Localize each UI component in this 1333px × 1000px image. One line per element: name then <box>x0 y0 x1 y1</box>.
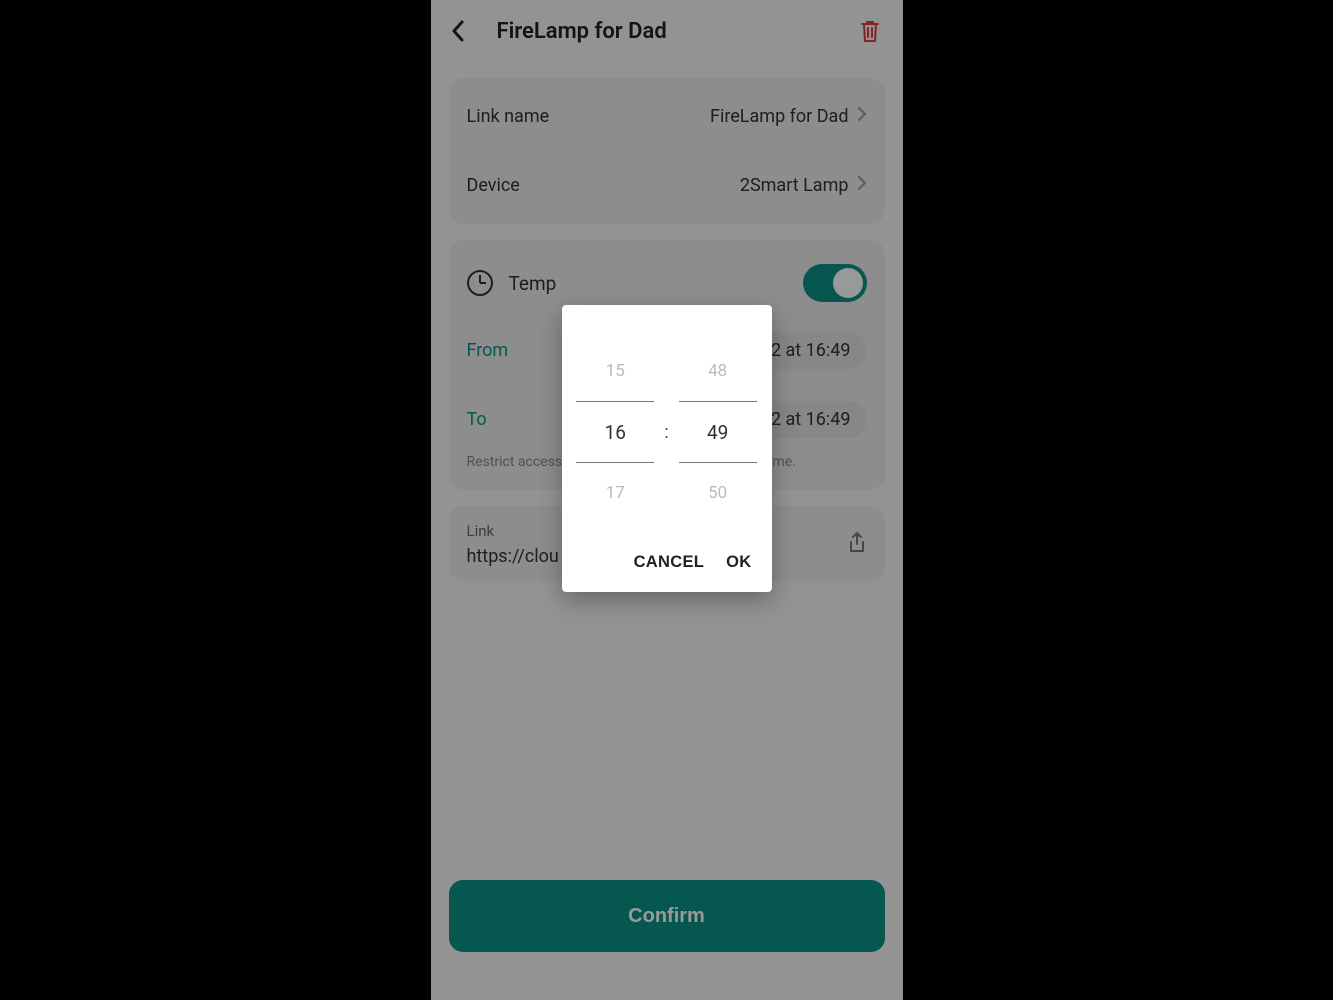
colon: : <box>664 422 668 443</box>
picker-current-row: 16 : 49 <box>562 402 772 463</box>
minute-selected[interactable]: 49 <box>679 402 757 462</box>
ok-button[interactable]: OK <box>726 553 751 572</box>
time-picker-dialog: 15 : 48 16 : 49 17 : 50 CANCEL OK <box>562 305 772 592</box>
hour-selected[interactable]: 16 <box>576 402 654 462</box>
app-screen: FireLamp for Dad Link name FireLamp for … <box>431 0 903 1000</box>
minute-prev[interactable]: 48 <box>679 341 757 401</box>
picker-next-row: 17 : 50 <box>562 463 772 523</box>
hour-prev[interactable]: 15 <box>576 341 654 401</box>
minute-next[interactable]: 50 <box>679 463 757 523</box>
dialog-actions: CANCEL OK <box>562 523 772 592</box>
hour-next[interactable]: 17 <box>576 463 654 523</box>
picker-prev-row: 15 : 48 <box>562 341 772 402</box>
cancel-button[interactable]: CANCEL <box>634 553 705 572</box>
